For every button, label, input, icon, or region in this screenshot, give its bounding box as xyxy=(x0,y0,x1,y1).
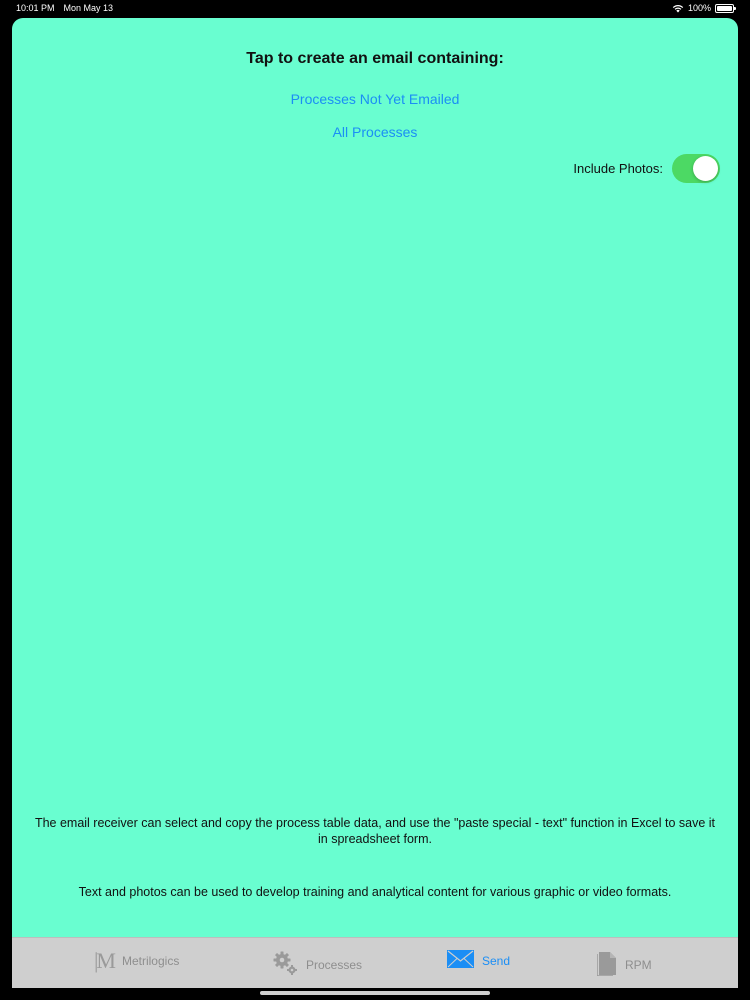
include-photos-label: Include Photos: xyxy=(573,161,663,176)
device-screen: 10:01 PM Mon May 13 100% Tap to create a… xyxy=(0,0,750,1000)
tab-send[interactable]: Send xyxy=(447,950,510,971)
toggle-knob xyxy=(693,156,718,181)
processes-not-yet-emailed-link[interactable]: Processes Not Yet Emailed xyxy=(12,91,738,107)
status-left: 10:01 PM Mon May 13 xyxy=(16,3,113,13)
wifi-icon xyxy=(672,4,684,13)
gears-icon xyxy=(272,950,298,979)
tab-metrilogics[interactable]: |M Metrilogics xyxy=(94,950,179,972)
home-indicator[interactable] xyxy=(260,991,490,995)
battery-icon xyxy=(715,3,736,13)
tab-label: Processes xyxy=(306,957,363,972)
status-right: 100% xyxy=(672,3,736,13)
tab-bar: |M Metrilogics Processes Send RPM xyxy=(12,937,738,988)
status-bar: 10:01 PM Mon May 13 100% xyxy=(0,0,750,16)
tab-label: RPM xyxy=(625,957,652,972)
send-screen: Tap to create an email containing: Proce… xyxy=(12,18,738,988)
training-content-note: Text and photos can be used to develop t… xyxy=(78,885,672,899)
paste-special-note: The email receiver can select and copy t… xyxy=(34,816,716,846)
page-heading: Tap to create an email containing: xyxy=(246,50,504,67)
tab-label: Metrilogics xyxy=(121,954,180,968)
m-logo-icon: |M xyxy=(94,948,116,973)
status-date: Mon May 13 xyxy=(63,3,114,13)
status-time: 10:01 PM xyxy=(16,3,55,13)
tab-label: Send xyxy=(482,953,511,968)
tab-rpm[interactable]: RPM xyxy=(596,950,652,979)
envelope-icon xyxy=(447,950,474,971)
include-photos-row: Include Photos: xyxy=(573,154,720,183)
document-icon xyxy=(596,950,617,979)
battery-percent: 100% xyxy=(687,3,711,13)
all-processes-link[interactable]: All Processes xyxy=(12,124,738,140)
include-photos-toggle[interactable] xyxy=(672,154,720,183)
tab-processes[interactable]: Processes xyxy=(272,950,362,979)
